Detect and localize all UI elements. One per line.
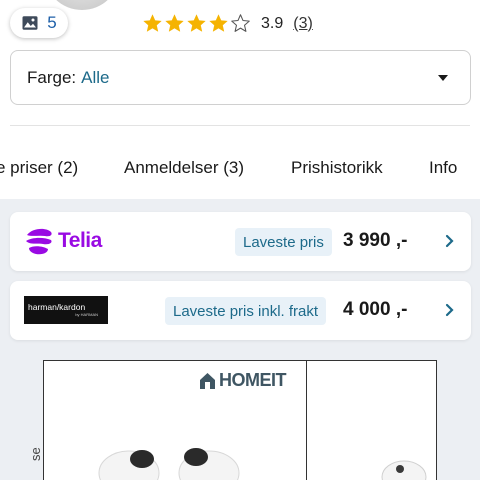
tab-prices[interactable]: e priser (2) (0, 158, 78, 178)
tab-bar: e priser (2) Anmeldelser (3) Prishistori… (0, 146, 480, 190)
harman-kardon-logo-text: harman/kardon (28, 302, 86, 313)
tab-price-history[interactable]: Prishistorikk (291, 158, 383, 178)
earbud-left-image (98, 450, 160, 480)
product-image-card[interactable]: HOMEIT se (28, 360, 437, 480)
lowest-price-shipping-badge: Laveste pris inkl. frakt (165, 297, 327, 325)
chevron-right-icon (445, 234, 454, 248)
tab-reviews[interactable]: Anmeldelser (3) (124, 158, 244, 178)
homeit-logo: HOMEIT (199, 370, 287, 391)
homeit-logo-text: HOMEIT (219, 370, 287, 390)
harman-kardon-logo-sub: by HARMAN (75, 311, 98, 317)
image-gallery-button[interactable]: 5 (10, 8, 68, 38)
offer-card-harman-kardon[interactable]: harman/kardon by HARMAN Laveste pris ink… (10, 281, 471, 340)
harman-kardon-logo: harman/kardon by HARMAN (24, 296, 108, 324)
caret-down-icon (438, 74, 448, 81)
offer-card-telia[interactable]: Telia Laveste pris 3 990 ,- (10, 212, 471, 271)
rating-stars (142, 13, 251, 34)
product-header: 5 3.9 (3) (0, 0, 480, 46)
house-icon (200, 372, 215, 389)
rating-count-link[interactable]: (3) (293, 15, 313, 33)
color-filter-select[interactable]: Farge: Alle (10, 50, 471, 105)
rating-value: 3.9 (261, 14, 284, 32)
offer-price: 3 990 ,- (343, 230, 408, 251)
offer-price: 4 000 ,- (343, 299, 408, 320)
star-filled-icon (187, 14, 206, 32)
offers-section: Telia Laveste pris 3 990 ,- harman/kardo… (0, 199, 480, 480)
image-edge-text: se (28, 447, 43, 461)
image-icon (22, 16, 38, 30)
rating-summary: 3.9 (3) (142, 13, 313, 34)
chevron-right-icon (445, 303, 454, 317)
image-divider (306, 361, 307, 480)
color-filter-value: Alle (81, 67, 110, 87)
star-filled-icon (165, 14, 184, 32)
telia-logo: Telia (24, 226, 102, 256)
lowest-price-badge: Laveste pris (235, 228, 332, 256)
earbud-side-image (381, 460, 427, 480)
star-empty-icon (231, 14, 250, 32)
star-filled-icon (143, 14, 162, 32)
telia-logo-text: Telia (58, 229, 102, 252)
tab-info[interactable]: Info (429, 158, 457, 178)
image-count-value: 5 (47, 13, 57, 32)
star-filled-icon (209, 14, 228, 32)
color-filter-label: Farge: (27, 67, 77, 87)
telia-pebble-icon (26, 228, 52, 255)
earbud-right-image (178, 448, 240, 480)
section-divider (10, 125, 470, 126)
